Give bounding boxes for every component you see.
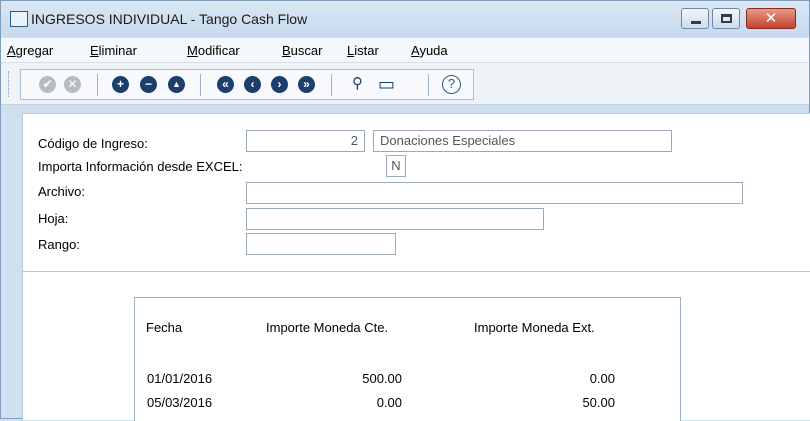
menu-agregar[interactable]: Agregar bbox=[7, 43, 53, 58]
title-bar[interactable]: INGRESOS INDIVIDUAL - Tango Cash Flow ✕ bbox=[1, 1, 809, 37]
app-icon bbox=[10, 11, 28, 27]
close-icon: ✕ bbox=[764, 10, 778, 27]
form-panel: Código de Ingreso: 2 Donaciones Especial… bbox=[22, 113, 810, 271]
toolbar-separator bbox=[428, 74, 429, 96]
next-record-icon[interactable]: › bbox=[271, 76, 288, 93]
column-header-moneda-cte[interactable]: Importe Moneda Cte. bbox=[266, 320, 388, 335]
menu-ayuda[interactable]: Ayuda bbox=[411, 43, 448, 58]
importa-field[interactable]: N bbox=[386, 155, 406, 177]
cell-fecha: 01/01/2016 bbox=[147, 371, 213, 386]
archivo-label: Archivo: bbox=[38, 184, 85, 199]
importes-grid: Fecha Importe Moneda Cte. Importe Moneda… bbox=[134, 297, 681, 421]
descripcion-field[interactable]: Donaciones Especiales bbox=[373, 130, 672, 152]
first-record-icon[interactable]: « bbox=[217, 76, 234, 93]
toolbar-grip[interactable] bbox=[8, 71, 11, 97]
rango-field[interactable] bbox=[246, 233, 396, 255]
cell-fecha: 05/03/2016 bbox=[147, 395, 213, 410]
toolbar-separator bbox=[200, 74, 201, 96]
window-title: INGRESOS INDIVIDUAL - Tango Cash Flow bbox=[31, 11, 308, 27]
maximize-icon bbox=[721, 14, 732, 23]
app-window: INGRESOS INDIVIDUAL - Tango Cash Flow ✕ … bbox=[0, 0, 810, 421]
archivo-field[interactable] bbox=[246, 182, 743, 204]
menu-bar: Agregar Eliminar Modificar Buscar Listar… bbox=[1, 38, 809, 62]
hoja-field[interactable] bbox=[246, 208, 544, 230]
importa-label: Importa Información desde EXCEL: bbox=[38, 159, 243, 174]
detail-area: Fecha Importe Moneda Cte. Importe Moneda… bbox=[22, 271, 810, 421]
minimize-button[interactable] bbox=[681, 8, 709, 29]
add-icon[interactable]: + bbox=[112, 76, 129, 93]
menu-buscar[interactable]: Buscar bbox=[282, 43, 322, 58]
column-header-moneda-ext[interactable]: Importe Moneda Ext. bbox=[474, 320, 595, 335]
monitor-icon[interactable]: ▭ bbox=[378, 75, 395, 93]
toolbar-separator bbox=[331, 74, 332, 96]
menu-eliminar[interactable]: Eliminar bbox=[90, 43, 137, 58]
up-arrow-icon[interactable]: ▲ bbox=[168, 76, 185, 93]
remove-icon[interactable]: − bbox=[140, 76, 157, 93]
menu-modificar[interactable]: Modificar bbox=[187, 43, 240, 58]
binoculars-icon[interactable]: ⚲ bbox=[352, 75, 363, 93]
menu-listar[interactable]: Listar bbox=[347, 43, 379, 58]
hoja-label: Hoja: bbox=[38, 211, 69, 226]
minimize-icon bbox=[691, 21, 701, 24]
toolbar: ✔ ✕ + − ▲ « ‹ › » ⚲ ▭ ? bbox=[1, 62, 809, 105]
codigo-label: Código de Ingreso: bbox=[38, 136, 148, 151]
maximize-button[interactable] bbox=[712, 8, 740, 29]
toolbar-separator bbox=[97, 74, 98, 96]
codigo-field[interactable]: 2 bbox=[246, 130, 365, 152]
cell-moneda-cte: 500.00 bbox=[362, 371, 402, 386]
cell-moneda-ext: 0.00 bbox=[589, 371, 615, 386]
accept-icon[interactable]: ✔ bbox=[39, 76, 56, 93]
last-record-icon[interactable]: » bbox=[298, 76, 315, 93]
close-button[interactable]: ✕ bbox=[746, 8, 796, 29]
cell-moneda-ext: 50.00 bbox=[582, 395, 615, 410]
cell-moneda-cte: 0.00 bbox=[376, 395, 402, 410]
previous-record-icon[interactable]: ‹ bbox=[244, 76, 261, 93]
cancel-icon[interactable]: ✕ bbox=[64, 76, 81, 93]
help-icon[interactable]: ? bbox=[442, 75, 461, 94]
column-header-fecha[interactable]: Fecha bbox=[146, 320, 182, 335]
rango-label: Rango: bbox=[38, 237, 80, 252]
